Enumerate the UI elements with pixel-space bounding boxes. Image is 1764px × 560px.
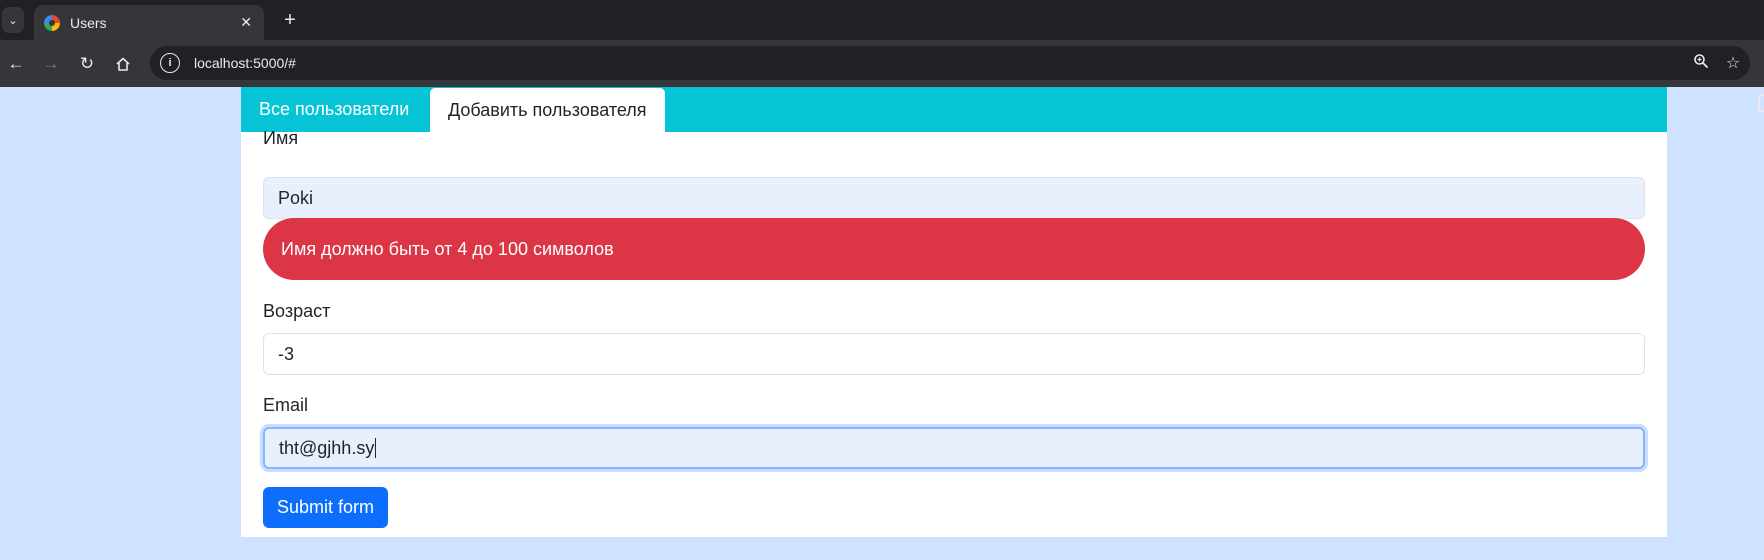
- name-error-alert: Имя должно быть от 4 до 100 символов: [263, 218, 1645, 280]
- forward-arrow-icon[interactable]: →: [37, 50, 65, 78]
- favicon-icon: [44, 14, 60, 31]
- browser-tabstrip: ⌄ Users ✕ +: [0, 0, 1764, 40]
- bookmark-star-icon[interactable]: ☆: [1718, 53, 1748, 73]
- reload-icon[interactable]: ↻: [73, 50, 101, 78]
- name-field[interactable]: Poki: [263, 177, 1645, 219]
- name-field-value: Poki: [278, 187, 314, 208]
- tab-all-users[interactable]: Все пользователи: [241, 87, 427, 132]
- submit-button[interactable]: Submit form: [263, 487, 389, 528]
- zoom-icon[interactable]: [1686, 53, 1716, 74]
- close-tab-icon[interactable]: ✕: [240, 14, 252, 31]
- back-arrow-icon[interactable]: ←: [2, 50, 30, 78]
- age-label: Возраст: [263, 301, 331, 321]
- nav-tabs: Все пользователи Добавить пользователя: [241, 87, 1667, 132]
- name-label: Имя: [263, 128, 299, 148]
- age-field[interactable]: -3: [263, 333, 1645, 375]
- email-field[interactable]: tht@gjhh.sy: [263, 427, 1645, 469]
- url-text[interactable]: localhost:5000/#: [194, 55, 1686, 71]
- browser-toolbar: ← → ↻ i localhost:5000/# ☆: [0, 40, 1764, 112]
- email-field-value: tht@gjhh.sy: [279, 437, 375, 458]
- new-tab-button[interactable]: +: [277, 7, 303, 33]
- address-bar[interactable]: i localhost:5000/# ☆: [150, 46, 1750, 80]
- home-icon[interactable]: [109, 50, 137, 78]
- email-label: Email: [263, 395, 309, 415]
- browser-tab[interactable]: Users ✕: [34, 5, 264, 40]
- extensions-icon[interactable]: [1758, 94, 1764, 112]
- age-field-value: -3: [278, 343, 295, 364]
- tab-add-user[interactable]: Добавить пользователя: [430, 88, 665, 132]
- text-caret: [375, 438, 377, 458]
- main-card: Все пользователи Добавить пользователя И…: [241, 87, 1667, 537]
- tab-search-icon[interactable]: ⌄: [2, 7, 24, 33]
- site-info-icon[interactable]: i: [160, 53, 180, 73]
- tab-title: Users: [70, 14, 107, 31]
